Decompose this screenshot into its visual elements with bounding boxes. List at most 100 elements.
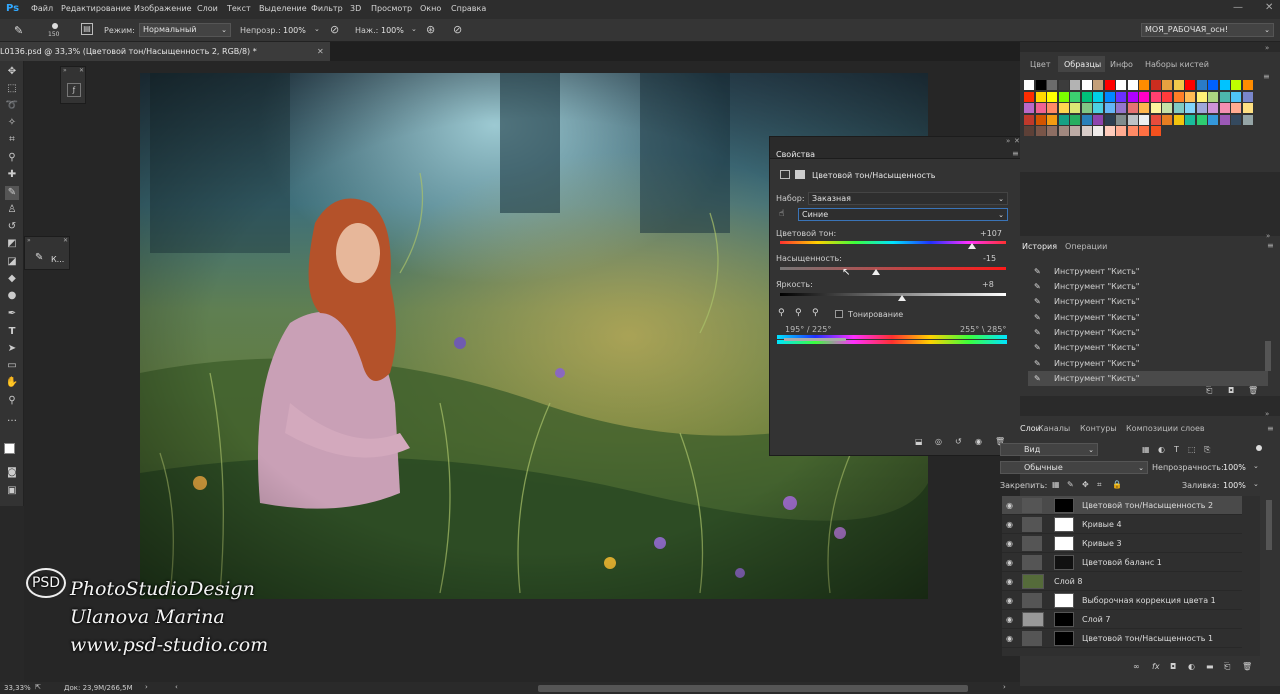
lock-artboard-icon[interactable]: ⌗ bbox=[1097, 480, 1102, 490]
trash-icon[interactable]: 🗑 bbox=[1248, 386, 1258, 395]
swatch[interactable] bbox=[1219, 114, 1230, 125]
swatch[interactable] bbox=[1185, 80, 1195, 90]
eyedropper-add-icon[interactable]: ⚲ bbox=[795, 308, 802, 318]
swatch[interactable] bbox=[1070, 114, 1080, 125]
layer-row[interactable]: ◉ Кривые 3 bbox=[1002, 534, 1242, 553]
swatch[interactable] bbox=[1196, 103, 1207, 113]
history-item[interactable]: ✎ Инструмент "Кисть" bbox=[1028, 294, 1268, 309]
mode-select[interactable]: Нормальный ⌄ bbox=[139, 23, 231, 37]
path-select-tool-icon[interactable]: ➤ bbox=[5, 342, 19, 356]
screen-mode-icon[interactable]: ▣ bbox=[5, 484, 19, 498]
swatch[interactable] bbox=[1173, 80, 1184, 90]
swatch[interactable] bbox=[1127, 80, 1138, 90]
swatch[interactable] bbox=[1058, 103, 1069, 113]
brush-tool-icon[interactable]: ✎ bbox=[5, 186, 19, 200]
swatch[interactable] bbox=[1208, 103, 1218, 113]
history-item[interactable]: ✎ Инструмент "Кисть" bbox=[1028, 264, 1268, 279]
layer-mask-thumb[interactable] bbox=[1054, 555, 1074, 570]
swatch[interactable] bbox=[1058, 80, 1069, 90]
swatch[interactable] bbox=[1139, 91, 1149, 102]
fx-icon[interactable]: ƒ bbox=[67, 83, 81, 97]
pressure-value[interactable]: 100% bbox=[381, 26, 404, 35]
visibility-eye-icon[interactable]: ◉ bbox=[1006, 629, 1013, 648]
shape-tool-icon[interactable]: ▭ bbox=[5, 359, 19, 373]
swatch[interactable] bbox=[1208, 80, 1218, 90]
chevron-down-icon[interactable]: ⌄ bbox=[1253, 462, 1259, 470]
swatch[interactable] bbox=[1058, 114, 1069, 125]
swatch-grid[interactable] bbox=[1024, 80, 1264, 170]
menu-filter[interactable]: Фильтр bbox=[311, 4, 343, 13]
menu-edit[interactable]: Редактирование bbox=[61, 4, 131, 13]
close-icon[interactable]: ✕ bbox=[1265, 2, 1273, 13]
visibility-eye-icon[interactable]: ◉ bbox=[1006, 572, 1013, 591]
close-icon[interactable]: ✕ bbox=[1014, 137, 1020, 145]
eyedropper-tool-icon[interactable]: ⚲ bbox=[5, 151, 19, 165]
tab-paths[interactable]: Контуры bbox=[1080, 424, 1117, 433]
swatch[interactable] bbox=[1024, 114, 1034, 125]
blend-mode-select[interactable]: Обычные ⌄ bbox=[1000, 461, 1148, 474]
swatch[interactable] bbox=[1185, 114, 1195, 125]
visibility-eye-icon[interactable]: ◉ bbox=[1006, 553, 1013, 572]
swatch[interactable] bbox=[1127, 126, 1138, 136]
collapse-icon[interactable]: » bbox=[1006, 137, 1010, 145]
swatch[interactable] bbox=[1242, 114, 1253, 125]
brush-preset-picker[interactable]: 150 bbox=[46, 21, 64, 39]
new-adjustment-icon[interactable]: ◐ bbox=[1188, 662, 1195, 671]
swatch[interactable] bbox=[1047, 103, 1057, 113]
layer-mask-thumb[interactable] bbox=[1054, 593, 1074, 608]
lightness-slider-thumb[interactable] bbox=[898, 295, 907, 301]
visibility-eye-icon[interactable]: ◉ bbox=[1006, 534, 1013, 553]
close-icon[interactable]: ✕ bbox=[79, 67, 84, 74]
eyedropper-subtract-icon[interactable]: ⚲ bbox=[812, 308, 819, 318]
visibility-eye-icon[interactable]: ◉ bbox=[1006, 591, 1013, 610]
visibility-icon[interactable]: ◉ bbox=[975, 437, 982, 446]
swatch[interactable] bbox=[1058, 126, 1069, 136]
swatch[interactable] bbox=[1093, 114, 1103, 125]
healing-tool-icon[interactable]: ✚ bbox=[5, 168, 19, 182]
swatch[interactable] bbox=[1127, 103, 1138, 113]
layer-row[interactable]: ◉ Слой 8 bbox=[1002, 572, 1242, 591]
new-doc-from-state-icon[interactable]: ⎗ bbox=[1206, 386, 1212, 396]
swatch[interactable] bbox=[1116, 91, 1126, 102]
swatch[interactable] bbox=[1047, 80, 1057, 90]
lock-transparent-icon[interactable]: ▦ bbox=[1052, 480, 1060, 489]
add-mask-icon[interactable]: ◘ bbox=[1170, 662, 1176, 671]
pressure-opacity-icon[interactable]: ⊘ bbox=[330, 23, 339, 36]
collapse-icon[interactable]: » bbox=[1266, 232, 1270, 240]
zoom-tool-icon[interactable]: ⚲ bbox=[5, 394, 19, 408]
pen-tool-icon[interactable]: ✒ bbox=[5, 307, 19, 321]
collapse-icon[interactable]: » bbox=[1265, 410, 1269, 418]
collapse-icon[interactable]: » bbox=[1265, 44, 1269, 52]
swatch[interactable] bbox=[1139, 80, 1149, 90]
gradient-tool-icon[interactable]: ◪ bbox=[5, 255, 19, 269]
type-tool-icon[interactable]: T bbox=[5, 325, 19, 339]
colorize-checkbox[interactable] bbox=[835, 310, 843, 318]
brush-panel-icon[interactable]: ✎ bbox=[35, 252, 43, 263]
swatch[interactable] bbox=[1024, 103, 1034, 113]
menu-image[interactable]: Изображение bbox=[134, 4, 192, 13]
swatch[interactable] bbox=[1173, 91, 1184, 102]
airbrush-icon[interactable]: ⊛ bbox=[426, 23, 435, 36]
swatch[interactable] bbox=[1035, 114, 1046, 125]
swatch[interactable] bbox=[1173, 114, 1184, 125]
new-layer-icon[interactable]: ⎗ bbox=[1224, 662, 1230, 672]
swatch[interactable] bbox=[1081, 80, 1092, 90]
history-scrollbar[interactable] bbox=[1265, 341, 1271, 371]
swatch[interactable] bbox=[1035, 126, 1046, 136]
panel-menu-icon[interactable]: ≡ bbox=[1263, 72, 1270, 81]
swatch[interactable] bbox=[1127, 91, 1138, 102]
swatch[interactable] bbox=[1047, 114, 1057, 125]
swatch[interactable] bbox=[1150, 103, 1161, 113]
snapshot-icon[interactable]: ◘ bbox=[1228, 386, 1234, 395]
history-item[interactable]: ✎ Инструмент "Кисть" bbox=[1028, 340, 1268, 355]
opacity-value[interactable]: 100% bbox=[1223, 463, 1246, 472]
history-item-current[interactable]: ✎ Инструмент "Кисть" bbox=[1028, 371, 1268, 386]
quick-mask-icon[interactable]: ◙ bbox=[5, 466, 19, 480]
swatch[interactable] bbox=[1162, 103, 1172, 113]
swatch[interactable] bbox=[1116, 80, 1126, 90]
lock-position-icon[interactable]: ✥ bbox=[1082, 480, 1089, 489]
swatch[interactable] bbox=[1139, 126, 1149, 136]
layer-mask-thumb[interactable] bbox=[1054, 536, 1074, 551]
hue-value[interactable]: +107 bbox=[980, 229, 1002, 238]
history-item[interactable]: ✎ Инструмент "Кисть" bbox=[1028, 325, 1268, 340]
